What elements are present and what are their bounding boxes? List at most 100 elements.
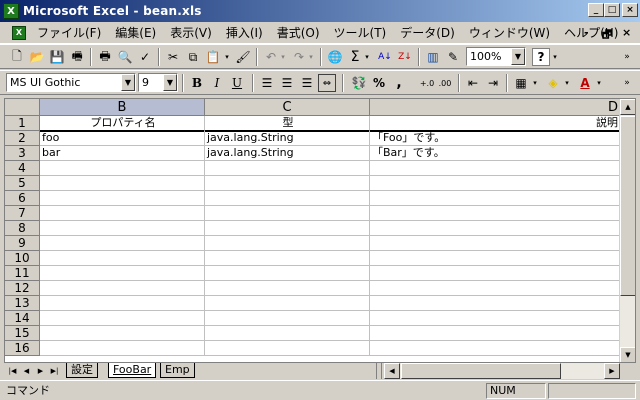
row-header[interactable]: 16 bbox=[5, 341, 40, 356]
font-size-dropdown-icon[interactable]: ▼ bbox=[163, 74, 177, 91]
row-header[interactable]: 3 bbox=[5, 146, 40, 161]
merge-center-icon[interactable]: ⇔ bbox=[318, 74, 336, 92]
next-sheet-icon[interactable]: ▶ bbox=[34, 364, 47, 378]
paste-icon[interactable]: 📋 bbox=[204, 48, 222, 66]
scroll-right-icon[interactable]: ▶ bbox=[604, 363, 620, 379]
empty-cell[interactable] bbox=[370, 311, 621, 326]
excel-app-icon[interactable]: X bbox=[3, 3, 19, 19]
vertical-scrollbar[interactable]: ▲ ▼ bbox=[619, 99, 635, 362]
empty-cell[interactable] bbox=[370, 296, 621, 311]
empty-cell[interactable] bbox=[205, 221, 370, 236]
empty-cell[interactable] bbox=[205, 311, 370, 326]
fill-color-dropdown-icon[interactable]: ▾ bbox=[562, 74, 572, 92]
menu-edit[interactable]: 編集(E) bbox=[108, 24, 163, 41]
drawing-icon[interactable]: ✎ bbox=[444, 48, 462, 66]
worksheet-grid[interactable]: B C D 1 プロパティ名型説明 2 foo java.lang.String 「Foo… bbox=[4, 98, 636, 363]
prev-sheet-icon[interactable]: ◀ bbox=[20, 364, 33, 378]
row-header[interactable]: 10 bbox=[5, 251, 40, 266]
bold-button[interactable]: B bbox=[188, 74, 206, 92]
empty-cell[interactable] bbox=[205, 161, 370, 176]
font-color-dropdown-icon[interactable]: ▾ bbox=[594, 74, 604, 92]
autosum-dropdown-icon[interactable]: ▾ bbox=[362, 48, 372, 66]
align-center-icon[interactable]: ☰ bbox=[278, 74, 296, 92]
table-header-cell[interactable]: 説明 bbox=[370, 116, 621, 132]
empty-cell[interactable] bbox=[370, 236, 621, 251]
row-header[interactable]: 12 bbox=[5, 281, 40, 296]
scroll-up-icon[interactable]: ▲ bbox=[620, 99, 635, 115]
chart-wizard-icon[interactable]: ▥ bbox=[424, 48, 442, 66]
row-header[interactable]: 7 bbox=[5, 206, 40, 221]
sheet-tab-settings[interactable]: 設定 bbox=[66, 363, 98, 378]
table-cell[interactable]: foo bbox=[40, 131, 205, 146]
column-header-c[interactable]: C bbox=[205, 99, 370, 116]
comma-button[interactable]: , bbox=[390, 74, 408, 92]
empty-cell[interactable] bbox=[40, 311, 205, 326]
last-sheet-icon[interactable]: ▶| bbox=[48, 364, 61, 378]
scroll-left-icon[interactable]: ◀ bbox=[384, 363, 400, 379]
table-cell[interactable]: 「Bar」です。 bbox=[370, 146, 621, 161]
empty-cell[interactable] bbox=[370, 266, 621, 281]
table-cell[interactable]: 「Foo」です。 bbox=[370, 131, 621, 146]
fill-color-icon[interactable]: ◈ bbox=[544, 74, 562, 92]
empty-cell[interactable] bbox=[370, 206, 621, 221]
menu-data[interactable]: データ(D) bbox=[393, 24, 462, 41]
empty-cell[interactable] bbox=[370, 176, 621, 191]
menu-file[interactable]: ファイル(F) bbox=[30, 24, 108, 41]
increase-decimal-icon[interactable]: +.0 bbox=[418, 74, 436, 92]
empty-cell[interactable] bbox=[40, 221, 205, 236]
doc-restore-button[interactable]: 🗗 bbox=[602, 26, 612, 45]
sheet-tab-emp[interactable]: Emp bbox=[160, 363, 195, 378]
table-cell[interactable]: bar bbox=[40, 146, 205, 161]
borders-icon[interactable]: ▦ bbox=[512, 74, 530, 92]
h-scroll-thumb[interactable] bbox=[401, 363, 561, 379]
horizontal-scrollbar[interactable]: ◀ ▶ bbox=[384, 363, 620, 379]
empty-cell[interactable] bbox=[205, 236, 370, 251]
tab-split-handle[interactable] bbox=[376, 363, 382, 379]
menu-view[interactable]: 表示(V) bbox=[163, 24, 219, 41]
empty-cell[interactable] bbox=[40, 191, 205, 206]
row-header[interactable]: 9 bbox=[5, 236, 40, 251]
open-icon[interactable]: 📂 bbox=[28, 48, 46, 66]
paste-dropdown-icon[interactable]: ▾ bbox=[222, 48, 232, 66]
empty-cell[interactable] bbox=[370, 221, 621, 236]
empty-cell[interactable] bbox=[205, 206, 370, 221]
empty-cell[interactable] bbox=[40, 251, 205, 266]
currency-icon[interactable]: 💱 bbox=[350, 74, 368, 92]
empty-cell[interactable] bbox=[40, 176, 205, 191]
zoom-select[interactable]: 100% ▼ bbox=[466, 47, 526, 66]
minimize-button[interactable]: _ bbox=[588, 3, 604, 17]
empty-cell[interactable] bbox=[370, 161, 621, 176]
empty-cell[interactable] bbox=[370, 341, 621, 356]
sort-ascending-icon[interactable]: A↓ bbox=[376, 48, 394, 66]
maximize-button[interactable]: □ bbox=[604, 3, 620, 17]
menu-format[interactable]: 書式(O) bbox=[270, 24, 327, 41]
zoom-dropdown-icon[interactable]: ▼ bbox=[511, 48, 525, 65]
borders-dropdown-icon[interactable]: ▾ bbox=[530, 74, 540, 92]
empty-cell[interactable] bbox=[205, 341, 370, 356]
redo-dropdown-icon[interactable]: ▾ bbox=[306, 48, 316, 66]
font-select[interactable]: MS UI Gothic ▼ bbox=[6, 73, 136, 92]
empty-cell[interactable] bbox=[205, 176, 370, 191]
empty-cell[interactable] bbox=[205, 266, 370, 281]
empty-cell[interactable] bbox=[370, 251, 621, 266]
sort-descending-icon[interactable]: Z↓ bbox=[396, 48, 414, 66]
font-size-select[interactable]: 9 ▼ bbox=[138, 73, 178, 92]
empty-cell[interactable] bbox=[40, 326, 205, 341]
align-right-icon[interactable]: ☰ bbox=[298, 74, 316, 92]
table-cell[interactable]: java.lang.String bbox=[205, 131, 370, 146]
align-left-icon[interactable]: ☰ bbox=[258, 74, 276, 92]
table-header-cell[interactable]: 型 bbox=[205, 116, 370, 132]
doc-minimize-button[interactable]: - bbox=[584, 26, 589, 39]
empty-cell[interactable] bbox=[370, 191, 621, 206]
menu-help[interactable]: ヘルプ(H) bbox=[557, 24, 625, 41]
row-header[interactable]: 11 bbox=[5, 266, 40, 281]
italic-button[interactable]: I bbox=[208, 74, 226, 92]
empty-cell[interactable] bbox=[370, 281, 621, 296]
help-dropdown-icon[interactable]: ▾ bbox=[550, 48, 560, 66]
percent-button[interactable]: % bbox=[370, 74, 388, 92]
empty-cell[interactable] bbox=[205, 281, 370, 296]
row-header[interactable]: 5 bbox=[5, 176, 40, 191]
empty-cell[interactable] bbox=[40, 266, 205, 281]
print-icon[interactable]: 🖶 bbox=[96, 48, 114, 66]
row-header[interactable]: 2 bbox=[5, 131, 40, 146]
